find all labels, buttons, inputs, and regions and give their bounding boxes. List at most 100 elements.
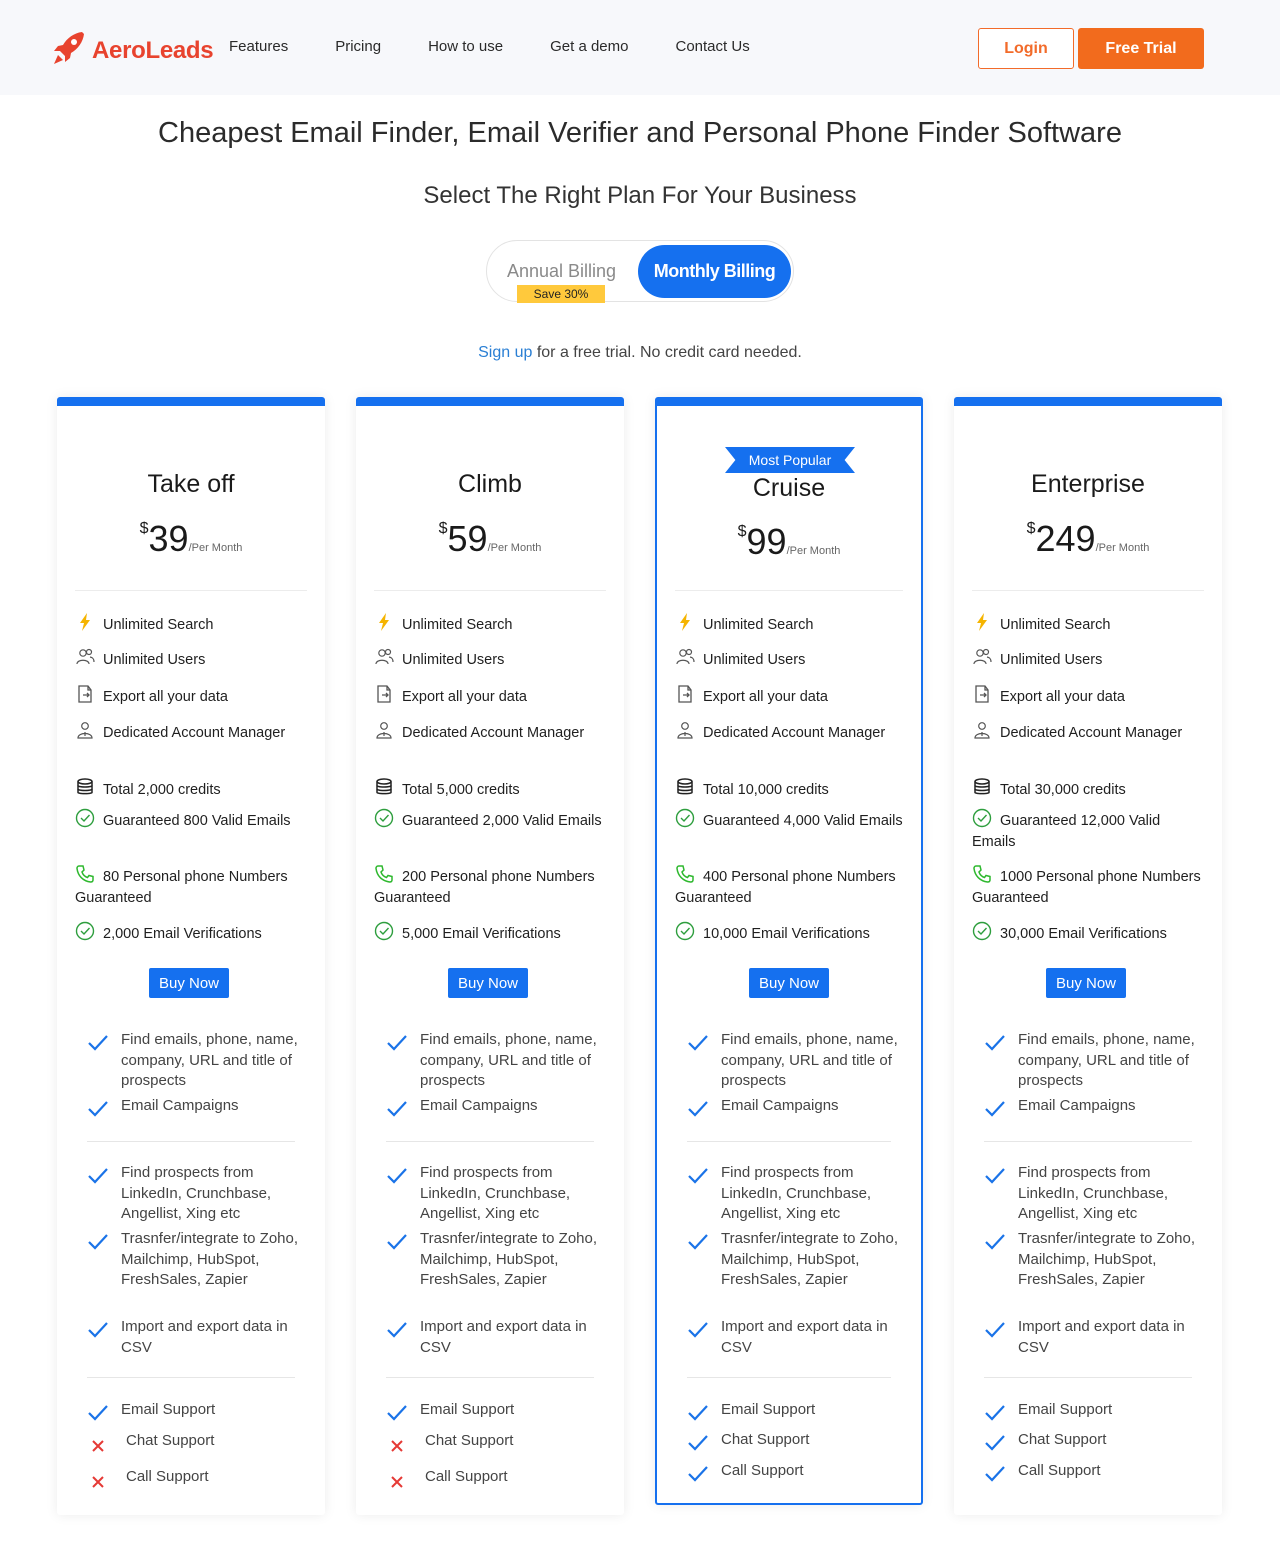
plan-feature: Unlimited Search <box>374 612 604 636</box>
plan-feature: Dedicated Account Manager <box>675 720 905 744</box>
check-circle-icon <box>75 808 97 828</box>
included-feature-label: Email Campaigns <box>121 1097 239 1114</box>
database-icon <box>374 777 396 795</box>
lightning-icon <box>374 612 396 631</box>
included-feature-label: Trasnfer/integrate to Zoho, Mailchimp, H… <box>121 1230 299 1288</box>
plan-feature: Total 10,000 credits <box>675 777 905 801</box>
plan-feature: 200 Personal phone Numbers Guaranteed <box>374 864 604 909</box>
page-title: Cheapest Email Finder, Email Verifier an… <box>158 117 1122 149</box>
nav-pricing[interactable]: Pricing <box>335 38 381 55</box>
account-manager-icon <box>374 720 396 739</box>
buy-now-button[interactable]: Buy Now <box>749 968 829 998</box>
plan-feature: Total 5,000 credits <box>374 777 604 801</box>
check-icon <box>386 1034 408 1052</box>
plan-feature-label: Unlimited Users <box>1000 652 1103 668</box>
plan-feature-label: Guaranteed 12,000 Valid Emails <box>972 813 1161 850</box>
lightning-icon <box>75 612 97 631</box>
plan-feature-label: 10,000 Email Verifications <box>703 926 870 942</box>
check-icon <box>984 1167 1006 1185</box>
plan-price: $249/Per Month <box>954 518 1222 560</box>
support-item-label: Email Support <box>721 1401 816 1418</box>
nav-how-to-use[interactable]: How to use <box>428 38 503 55</box>
included-feature-label: Find emails, phone, name, company, URL a… <box>721 1031 898 1089</box>
included-feature-label: Find emails, phone, name, company, URL a… <box>420 1031 597 1089</box>
check-icon <box>87 1404 109 1422</box>
feature-divider <box>687 1377 891 1378</box>
main-nav: Features Pricing How to use Get a demo C… <box>229 38 797 55</box>
plan-feature-label: Export all your data <box>703 689 828 705</box>
plan-name: Enterprise <box>1031 470 1145 498</box>
users-icon <box>972 647 994 665</box>
included-feature-label: Email Campaigns <box>420 1097 538 1114</box>
phone-icon <box>75 864 97 883</box>
support-item-label: Call Support <box>425 1468 508 1485</box>
plan-feature: Guaranteed 12,000 Valid Emails <box>972 808 1202 853</box>
feature-divider <box>984 1141 1192 1142</box>
included-feature-label: Import and export data in CSV <box>721 1318 888 1356</box>
plan-name: Take off <box>147 470 235 498</box>
check-icon <box>687 1100 709 1118</box>
signup-link[interactable]: Sign up <box>478 344 532 361</box>
most-popular-badge: Most Popular <box>725 447 855 473</box>
export-icon <box>675 684 697 703</box>
plan-feature: Export all your data <box>374 684 604 708</box>
monthly-billing-option[interactable]: Monthly Billing <box>638 245 791 298</box>
plan-price: $39/Per Month <box>57 518 325 560</box>
currency-symbol: $ <box>438 520 448 537</box>
nav-contact-us[interactable]: Contact Us <box>676 38 750 55</box>
feature-divider <box>87 1377 295 1378</box>
plan-feature-label: Unlimited Search <box>402 617 513 633</box>
lightning-icon <box>675 612 697 631</box>
phone-icon <box>374 864 396 883</box>
plan-feature-label: Total 2,000 credits <box>103 782 221 798</box>
price-period: /Per Month <box>786 545 841 557</box>
included-feature-label: Import and export data in CSV <box>420 1318 587 1356</box>
included-feature-label: Email Campaigns <box>1018 1097 1136 1114</box>
included-feature-label: Email Campaigns <box>721 1097 839 1114</box>
check-icon <box>87 1034 109 1052</box>
price-period: /Per Month <box>1095 542 1150 554</box>
plan-feature-label: Total 10,000 credits <box>703 782 829 798</box>
plan-feature: Total 2,000 credits <box>75 777 305 801</box>
check-icon <box>984 1434 1006 1452</box>
plan-feature-label: Export all your data <box>402 689 527 705</box>
signup-line: Sign up for a free trial. No credit card… <box>0 344 1280 362</box>
currency-symbol: $ <box>1026 520 1036 537</box>
plan-feature-label: Export all your data <box>1000 689 1125 705</box>
included-feature-label: Import and export data in CSV <box>1018 1318 1185 1356</box>
buy-now-button[interactable]: Buy Now <box>149 968 229 998</box>
free-trial-button[interactable]: Free Trial <box>1078 28 1204 69</box>
plan-feature-label: Unlimited Search <box>103 617 214 633</box>
export-icon <box>75 684 97 703</box>
plan-feature-label: 400 Personal phone Numbers Guaranteed <box>675 869 896 906</box>
plan-feature: Unlimited Users <box>374 647 604 671</box>
account-manager-icon <box>675 720 697 739</box>
check-icon <box>87 1321 109 1339</box>
check-icon <box>386 1321 408 1339</box>
plan-feature-label: Unlimited Users <box>402 652 505 668</box>
brand-logo[interactable]: AeroLeads <box>52 30 214 71</box>
nav-get-a-demo[interactable]: Get a demo <box>550 38 628 55</box>
annual-billing-option[interactable]: Annual Billing <box>507 261 616 282</box>
check-icon <box>386 1233 408 1251</box>
login-button[interactable]: Login <box>978 28 1074 69</box>
included-feature-label: Trasnfer/integrate to Zoho, Mailchimp, H… <box>1018 1230 1196 1288</box>
buy-now-button[interactable]: Buy Now <box>448 968 528 998</box>
buy-now-button[interactable]: Buy Now <box>1046 968 1126 998</box>
plan-feature: Export all your data <box>675 684 905 708</box>
database-icon <box>972 777 994 795</box>
plan-feature: Dedicated Account Manager <box>972 720 1202 744</box>
plan-card-climb: Climb $59/Per Month Unlimited Search Unlimi… <box>356 397 624 1515</box>
check-circle-icon <box>972 808 994 828</box>
plan-feature: 30,000 Email Verifications <box>972 921 1202 945</box>
nav-features[interactable]: Features <box>229 38 288 55</box>
database-icon <box>675 777 697 795</box>
price-divider <box>972 590 1204 591</box>
check-icon <box>687 1167 709 1185</box>
plan-feature: 1000 Personal phone Numbers Guaranteed <box>972 864 1202 909</box>
feature-divider <box>386 1377 594 1378</box>
price-amount: 249 <box>1035 518 1096 559</box>
plan-feature: Export all your data <box>972 684 1202 708</box>
plan-price: $99/Per Month <box>657 521 921 563</box>
check-icon <box>687 1434 709 1452</box>
